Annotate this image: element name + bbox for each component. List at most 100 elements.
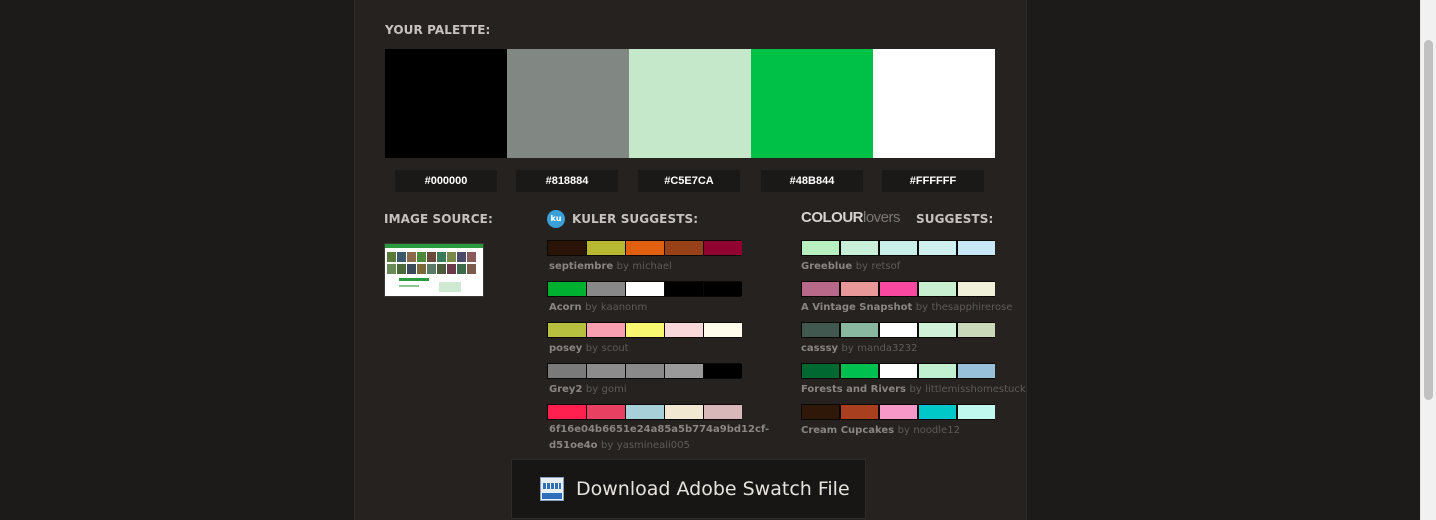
strip-color-cell [626,241,664,255]
strip-color-cell [841,405,878,419]
theme-title[interactable]: Acorn [549,302,582,313]
colourlovers-palette-name[interactable]: casssy by manda3232 [801,343,917,354]
strip-color-cell [548,405,586,419]
colourlovers-palette-name[interactable]: Forests and Rivers by littlemisshomestuc… [801,384,1026,395]
palette-title[interactable]: casssy [801,343,838,354]
strip-color-cell [958,364,995,378]
strip-color-cell [587,364,625,378]
strip-color-cell [626,405,664,419]
kuler-strip[interactable] [547,281,742,297]
hex-label[interactable]: #000000 [395,170,497,192]
download-swatch-button[interactable]: Download Adobe Swatch File [511,459,866,519]
strip-color-cell [802,323,839,337]
hex-label[interactable]: #FFFFFF [882,170,984,192]
kuler-strip[interactable] [547,404,742,420]
thumbnail-text-line [399,278,429,281]
hex-label[interactable]: #48B844 [761,170,863,192]
colourlovers-strip[interactable] [801,363,995,379]
palette-title[interactable]: A Vintage Snapshot [801,302,912,313]
strip-color-cell [880,282,917,296]
strip-color-cell [880,405,917,419]
palette-author[interactable]: retsof [871,261,900,272]
logo-colour: COLOUR [801,209,864,226]
theme-title[interactable]: posey [549,343,582,354]
strip-color-cell [919,241,956,255]
strip-color-cell [626,323,664,337]
palette-swatch[interactable] [751,49,873,158]
theme-title[interactable]: septiembre [549,261,613,272]
strip-color-cell [587,241,625,255]
kuler-theme-name[interactable]: 6f16e04b6651e24a85a5b774a9bd12cf-d51oe4o… [549,422,769,454]
theme-title[interactable]: Grey2 [549,384,582,395]
hex-label[interactable]: #818884 [516,170,618,192]
kuler-strip[interactable] [547,322,742,338]
strip-color-cell [841,323,878,337]
strip-color-cell [704,323,742,337]
theme-by: by [585,343,599,354]
colourlovers-palette-name[interactable]: Greeblue by retsof [801,261,900,272]
palette-author[interactable]: thesapphirerose [931,302,1012,313]
strip-color-cell [958,282,995,296]
kuler-theme-name[interactable]: septiembre by michael [549,261,672,272]
thumbnail-image-grid [387,252,483,274]
kuler-strip[interactable] [547,363,742,379]
palette-by: by [909,384,922,395]
palette-swatch[interactable] [385,49,507,158]
colourlovers-logo: COLOURlovers [801,209,901,226]
strip-color-cell [548,282,586,296]
strip-color-cell [704,364,742,378]
theme-by: by [585,384,599,395]
palette-heading: YOUR PALETTE: [385,23,491,37]
page-scrollbar[interactable] [1420,0,1436,520]
theme-author[interactable]: yasmineali005 [617,440,690,451]
strip-color-cell [958,323,995,337]
kuler-theme-name[interactable]: Grey2 by gomi [549,384,627,395]
strip-color-cell [665,282,703,296]
palette-by: by [855,261,868,272]
colourlovers-strip[interactable] [801,322,995,338]
strip-color-cell [958,405,995,419]
kuler-theme-name[interactable]: posey by scout [549,343,629,354]
strip-color-cell [841,364,878,378]
strip-color-cell [665,323,703,337]
hex-label[interactable]: #C5E7CA [638,170,740,192]
strip-color-cell [626,282,664,296]
strip-color-cell [548,364,586,378]
palette-title[interactable]: Greeblue [801,261,852,272]
strip-color-cell [587,323,625,337]
kuler-theme-name[interactable]: Acorn by kaanonm [549,302,647,313]
theme-author[interactable]: michael [632,261,671,272]
palette-author[interactable]: manda3232 [857,343,917,354]
strip-color-cell [841,282,878,296]
kuler-heading: KULER SUGGESTS: [572,212,699,226]
palette-swatch[interactable] [507,49,629,158]
colourlovers-palette-name[interactable]: Cream Cupcakes by noodle12 [801,425,960,436]
strip-color-cell [880,241,917,255]
colourlovers-strip[interactable] [801,240,995,256]
strip-color-cell [802,282,839,296]
colourlovers-palette-name[interactable]: A Vintage Snapshot by thesapphirerose [801,302,1012,313]
palette-title[interactable]: Forests and Rivers [801,384,906,395]
palette-swatch[interactable] [873,49,995,158]
theme-author[interactable]: scout [602,343,629,354]
theme-by: by [601,440,614,451]
logo-lovers: lovers [863,209,901,226]
strip-color-cell [841,241,878,255]
strip-color-cell [704,405,742,419]
source-image-thumbnail[interactable] [384,243,484,297]
theme-author[interactable]: gomi [602,384,627,395]
palette-author[interactable]: noodle12 [913,425,960,436]
strip-color-cell [919,364,956,378]
strip-color-cell [704,241,742,255]
palette-swatch[interactable] [629,49,751,158]
strip-color-cell [880,323,917,337]
palette-author[interactable]: littlemisshomestuck [925,384,1025,395]
palette-title[interactable]: Cream Cupcakes [801,425,894,436]
colourlovers-strip[interactable] [801,404,995,420]
colourlovers-strip[interactable] [801,281,995,297]
kuler-strip[interactable] [547,240,742,256]
strip-color-cell [802,364,839,378]
theme-author[interactable]: kaanonm [601,302,647,313]
scrollbar-thumb[interactable] [1424,40,1433,400]
kuler-logo-icon: ku [547,210,565,228]
